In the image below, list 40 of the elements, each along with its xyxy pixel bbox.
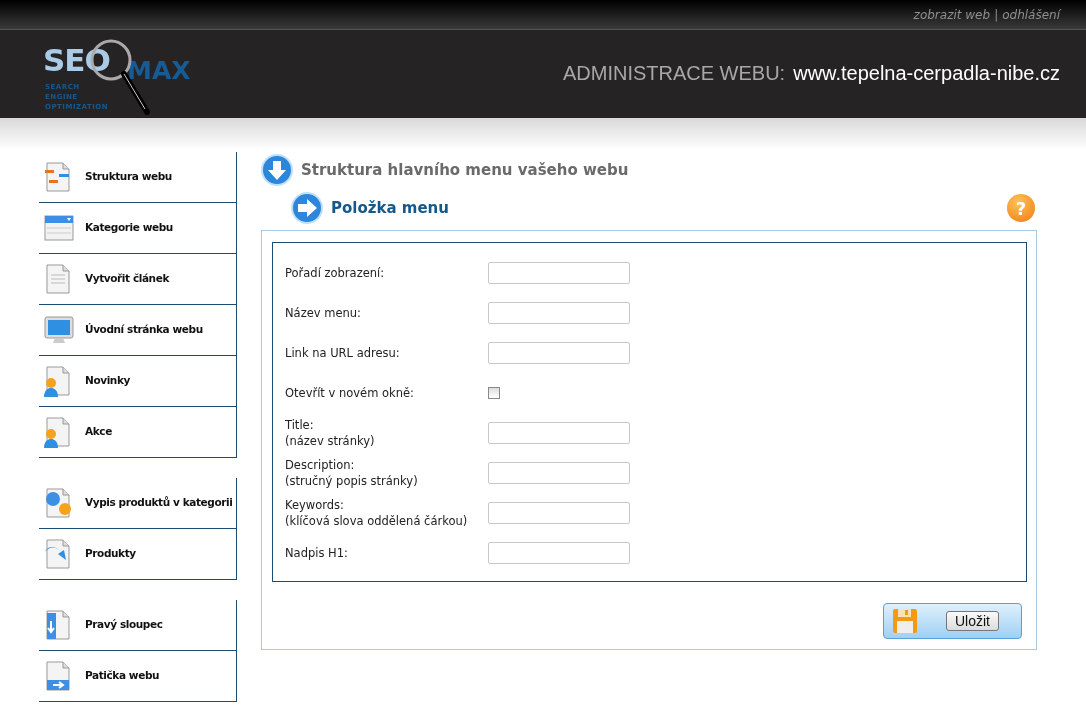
field-hint: (klíčová slova oddělená čárkou)	[285, 513, 469, 529]
field-label: Pořadí zobrazení:	[285, 265, 386, 281]
input-field[interactable]	[488, 262, 630, 284]
sidebar-item[interactable]: Akce	[39, 407, 236, 458]
sidebar-item[interactable]: Úvodní stránka webu	[39, 305, 236, 356]
field-label: Title:	[285, 417, 315, 433]
sidebar-item[interactable]: Patička webu	[39, 651, 236, 702]
field-label: Description:	[285, 457, 356, 473]
field-label: Název menu:	[285, 305, 362, 321]
sidebar-item[interactable]: Kategorie webu	[39, 203, 236, 254]
section-title: Položka menu	[331, 197, 449, 219]
field-hint: (název stránky)	[285, 433, 376, 449]
field-label: Keywords:	[285, 497, 345, 513]
sidebar-item[interactable]: Struktura webu	[39, 152, 236, 203]
field-label: Nadpis H1:	[285, 545, 349, 561]
site-address: www.tepelna-cerpadla-nibe.cz	[793, 61, 1060, 86]
top-link[interactable]: odhlášení	[1002, 5, 1060, 24]
input-field[interactable]	[488, 302, 630, 324]
input-field[interactable]	[488, 342, 630, 364]
top-link[interactable]: zobrazit web	[913, 5, 991, 24]
monitor-icon	[43, 314, 75, 346]
input-field[interactable]	[488, 542, 630, 564]
field-hint: (stručný popis stránky)	[285, 473, 419, 489]
logo-text: MAX	[127, 56, 191, 85]
separator: |	[994, 6, 999, 24]
sidebar-item[interactable]: Vytvořit článek	[39, 254, 236, 305]
page-title: Struktura hlavního menu vašeho webu	[301, 159, 629, 181]
sidebar-item[interactable]: Vypis produktů v kategorii	[39, 478, 236, 529]
sidebar-item[interactable]: Novinky	[39, 356, 236, 407]
input-field[interactable]	[488, 502, 630, 524]
checkbox[interactable]	[488, 387, 500, 399]
save-button[interactable]: Uložit	[946, 611, 999, 631]
header-label: ADMINISTRACE WEBU:	[562, 61, 786, 86]
list-icon	[43, 212, 75, 244]
input-field[interactable]	[488, 462, 630, 484]
field-label: Link na URL adresu:	[285, 345, 401, 361]
sidebar-item[interactable]: Pravý sloupec	[39, 600, 236, 651]
sidebar-item[interactable]: Produkty	[39, 529, 236, 580]
input-field[interactable]	[488, 422, 630, 444]
field-label: Otevřít v novém okně:	[285, 385, 415, 401]
